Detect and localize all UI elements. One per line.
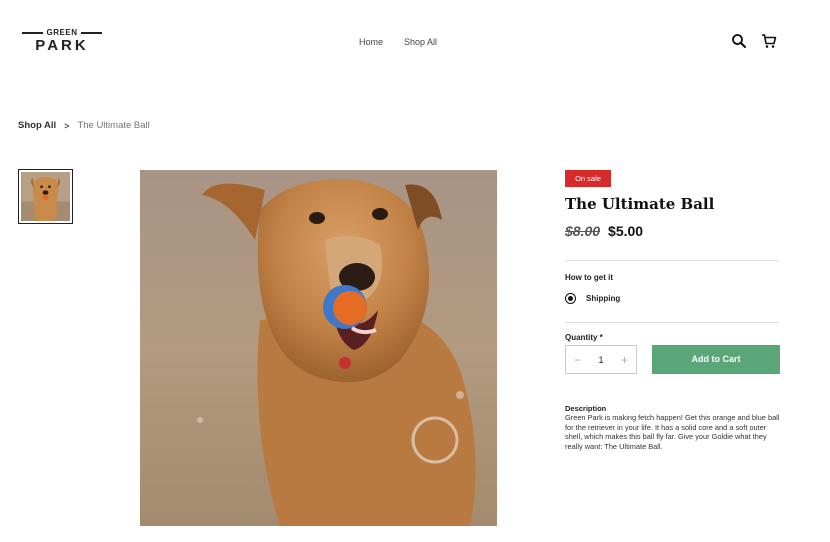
- cart-icon[interactable]: [761, 33, 777, 49]
- divider: [565, 322, 779, 323]
- breadcrumb: Shop All > The Ultimate Ball: [18, 120, 150, 131]
- breadcrumb-separator: >: [64, 120, 70, 131]
- quantity-label: Quantity *: [565, 333, 603, 342]
- logo-top: GREEN: [22, 28, 102, 37]
- dog-with-ball-image: [140, 170, 497, 526]
- how-to-get-label: How to get it: [565, 273, 613, 282]
- shipping-option[interactable]: Shipping: [565, 293, 620, 304]
- breadcrumb-current: The Ultimate Ball: [77, 120, 150, 131]
- description-text: Green Park is making fetch happen! Get t…: [565, 413, 780, 451]
- quantity-value[interactable]: 1: [598, 355, 603, 365]
- description-title: Description: [565, 404, 607, 413]
- shipping-label: Shipping: [586, 294, 621, 303]
- quantity-stepper[interactable]: − 1 +: [565, 345, 637, 374]
- product-title: The Ultimate Ball: [565, 195, 715, 213]
- price-row: $8.00 $5.00: [565, 223, 643, 239]
- add-to-cart-button[interactable]: Add to Cart: [652, 345, 780, 374]
- divider: [565, 260, 779, 261]
- sale-price: $5.00: [608, 223, 644, 239]
- sale-badge: On sale: [565, 170, 611, 187]
- logo-main-text: PARK: [35, 37, 89, 54]
- shipping-radio[interactable]: [565, 293, 576, 304]
- nav-shop-all[interactable]: Shop All: [404, 37, 437, 47]
- decrement-icon[interactable]: −: [574, 353, 581, 367]
- increment-icon[interactable]: +: [621, 353, 628, 367]
- thumbnail-dog-image: [21, 172, 70, 221]
- product-main-image: [140, 170, 497, 526]
- logo[interactable]: GREEN PARK: [22, 28, 102, 54]
- search-icon[interactable]: [731, 33, 747, 49]
- breadcrumb-shop-all[interactable]: Shop All: [18, 120, 56, 131]
- product-thumbnail[interactable]: [18, 169, 73, 224]
- nav-home[interactable]: Home: [359, 37, 383, 47]
- original-price: $8.00: [565, 223, 601, 239]
